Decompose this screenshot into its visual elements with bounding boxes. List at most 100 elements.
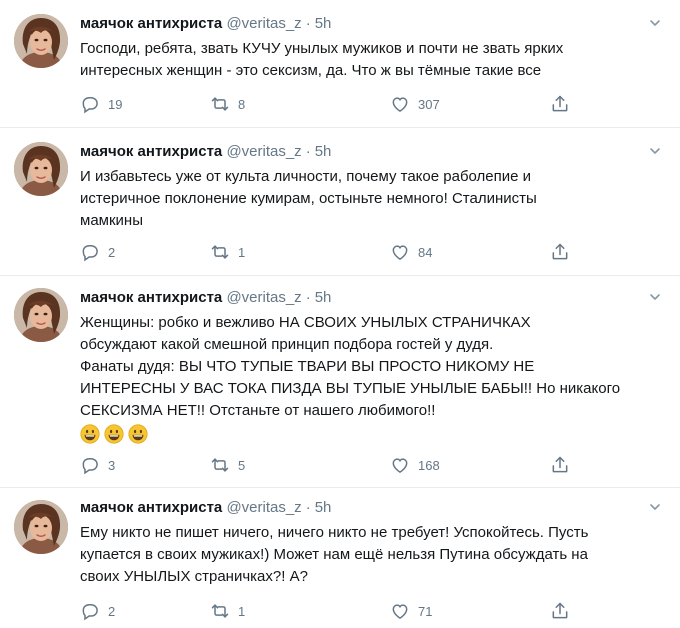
- retweet-count: 8: [238, 96, 246, 112]
- share-icon: [550, 242, 570, 262]
- tweet-text-line: СЕКСИЗМА НЕТ!! Отстаньте от нашего любим…: [80, 402, 436, 419]
- retweet-icon: [210, 455, 230, 475]
- grinning-emoji-icon: [128, 424, 148, 444]
- retweet-button[interactable]: 5: [210, 454, 245, 476]
- tweet-actions: 2 1 71: [80, 600, 570, 622]
- author-handle[interactable]: @veritas_z: [226, 15, 301, 32]
- emoji-row: [80, 424, 646, 444]
- share-icon: [550, 455, 570, 475]
- like-button[interactable]: 307: [390, 93, 440, 115]
- chevron-down-icon[interactable]: [648, 16, 662, 30]
- grinning-emoji-icon: [80, 424, 100, 444]
- reply-button[interactable]: 19: [80, 93, 122, 115]
- like-button[interactable]: 168: [390, 454, 440, 476]
- reply-icon: [80, 601, 100, 621]
- timestamp[interactable]: 5h: [315, 289, 332, 306]
- grinning-emoji-icon: [104, 424, 124, 444]
- reply-button[interactable]: 3: [80, 454, 115, 476]
- reply-button[interactable]: 2: [80, 600, 115, 622]
- tweet[interactable]: маячок антихриста @veritas_z · 5h И избавь…: [0, 128, 680, 276]
- tweet-text-line: своих УНЫЛЫХ страничках?! А?: [80, 568, 308, 585]
- separator-dot: ·: [305, 143, 311, 160]
- tweet-feed: маячок антихриста @veritas_z · 5h Господи,…: [0, 0, 680, 628]
- like-count: 168: [418, 457, 440, 473]
- tweet[interactable]: маячок антихриста @veritas_z · 5h Женщины:…: [0, 276, 680, 488]
- retweet-icon: [210, 242, 230, 262]
- separator-dot: ·: [305, 499, 311, 516]
- tweet-actions: 2 1 84: [80, 241, 570, 263]
- retweet-count: 1: [238, 244, 246, 260]
- tweet-text: Женщины: робко и вежливо НА СВОИХ УНЫЛЫХ…: [80, 312, 646, 444]
- reply-button[interactable]: 2: [80, 241, 115, 263]
- retweet-count: 1: [238, 603, 246, 619]
- retweet-icon: [210, 601, 230, 621]
- timestamp[interactable]: 5h: [315, 15, 332, 32]
- share-icon: [550, 601, 570, 621]
- tweet-text: И избавьтесь уже от культа личности, поч…: [80, 166, 646, 232]
- retweet-count: 5: [238, 457, 246, 473]
- tweet-text-line: интересных женщин - это сексизм, да. Что…: [80, 62, 542, 79]
- avatar[interactable]: [14, 288, 68, 342]
- reply-count: 3: [108, 457, 116, 473]
- author-name[interactable]: маячок антихриста: [80, 15, 222, 32]
- reply-icon: [80, 455, 100, 475]
- tweet-text: Ему никто не пишет ничего, ничего никто …: [80, 522, 646, 588]
- share-button[interactable]: [550, 241, 570, 263]
- tweet-text-line: И избавьтесь уже от культа личности, поч…: [80, 168, 532, 185]
- tweet-text-line: ИНТЕРЕСНЫ У ВАС ТОКА ПИЗДА ВЫ ТУПЫЕ УНЫЛ…: [80, 380, 621, 397]
- share-button[interactable]: [550, 93, 570, 115]
- tweet-header: маячок антихриста @veritas_z · 5h: [80, 142, 331, 162]
- reply-count: 2: [108, 603, 116, 619]
- avatar[interactable]: [14, 14, 68, 68]
- chevron-down-icon[interactable]: [648, 144, 662, 158]
- like-count: 71: [418, 603, 433, 619]
- tweet-text-line: Женщины: робко и вежливо НА СВОИХ УНЫЛЫХ…: [80, 314, 531, 331]
- chevron-down-icon[interactable]: [648, 500, 662, 514]
- author-name[interactable]: маячок антихриста: [80, 289, 222, 306]
- avatar[interactable]: [14, 500, 68, 554]
- avatar[interactable]: [14, 142, 68, 196]
- tweet-text-line: Фанаты дудя: ВЫ ЧТО ТУПЫЕ ТВАРИ ВЫ ПРОСТ…: [80, 358, 535, 375]
- heart-icon: [390, 601, 410, 621]
- retweet-icon: [210, 94, 230, 114]
- heart-icon: [390, 242, 410, 262]
- author-name[interactable]: маячок антихриста: [80, 499, 222, 516]
- tweet-text-line: истеричное поклонение кумирам, остыньте …: [80, 190, 537, 207]
- tweet-actions: 3 5 168: [80, 454, 570, 476]
- timestamp[interactable]: 5h: [315, 499, 332, 516]
- retweet-button[interactable]: 1: [210, 241, 245, 263]
- share-icon: [550, 94, 570, 114]
- tweet-actions: 19 8 307: [80, 93, 570, 115]
- tweet-text-line: Господи, ребята, звать КУЧУ унылых мужик…: [80, 40, 564, 57]
- like-button[interactable]: 84: [390, 241, 432, 263]
- tweet-text: Господи, ребята, звать КУЧУ унылых мужик…: [80, 38, 646, 82]
- like-button[interactable]: 71: [390, 600, 432, 622]
- timestamp[interactable]: 5h: [315, 143, 332, 160]
- retweet-button[interactable]: 1: [210, 600, 245, 622]
- author-handle[interactable]: @veritas_z: [226, 499, 301, 516]
- tweet-header: маячок антихриста @veritas_z · 5h: [80, 14, 331, 34]
- reply-count: 2: [108, 244, 116, 260]
- tweet[interactable]: маячок антихриста @veritas_z · 5h Ему никт…: [0, 488, 680, 628]
- tweet-text-line: обсуждают какой смешной принцип подбора …: [80, 336, 494, 353]
- tweet-header: маячок антихриста @veritas_z · 5h: [80, 498, 331, 518]
- reply-icon: [80, 94, 100, 114]
- tweet-text-line: Ему никто не пишет ничего, ничего никто …: [80, 524, 589, 541]
- chevron-down-icon[interactable]: [648, 290, 662, 304]
- heart-icon: [390, 94, 410, 114]
- author-name[interactable]: маячок антихриста: [80, 143, 222, 160]
- tweet-text-line: мамкины: [80, 212, 143, 229]
- separator-dot: ·: [305, 289, 311, 306]
- retweet-button[interactable]: 8: [210, 93, 245, 115]
- share-button[interactable]: [550, 600, 570, 622]
- author-handle[interactable]: @veritas_z: [226, 143, 301, 160]
- reply-icon: [80, 242, 100, 262]
- author-handle[interactable]: @veritas_z: [226, 289, 301, 306]
- heart-icon: [390, 455, 410, 475]
- tweet-header: маячок антихриста @veritas_z · 5h: [80, 288, 331, 308]
- tweet[interactable]: маячок антихриста @veritas_z · 5h Господи,…: [0, 0, 680, 128]
- share-button[interactable]: [550, 454, 570, 476]
- tweet-text-line: купается в своих мужиках!) Может нам ещё…: [80, 546, 588, 563]
- reply-count: 19: [108, 96, 123, 112]
- like-count: 84: [418, 244, 433, 260]
